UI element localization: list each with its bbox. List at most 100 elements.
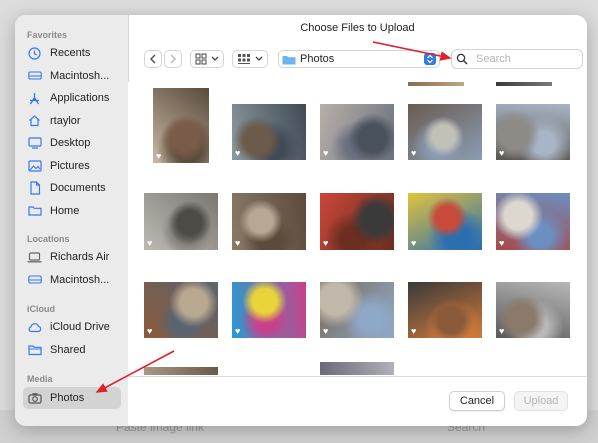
photo-thumbnail[interactable]: ♥ — [408, 282, 482, 338]
cloud-icon — [27, 320, 42, 335]
sidebar-item-label: Documents — [50, 182, 106, 194]
sidebar-item-richards-air[interactable]: Richards Air — [23, 246, 121, 268]
sidebar-item-photos[interactable]: Photos — [23, 387, 121, 409]
desktop-icon — [27, 136, 42, 151]
photo-thumbnail[interactable]: ♥ — [408, 193, 482, 250]
photo-thumbnail[interactable]: ♥ — [153, 88, 209, 163]
photo-thumbnail[interactable]: ♥ — [496, 104, 570, 160]
location-label: Photos — [300, 53, 335, 65]
sidebar-item-macintosh[interactable]: Macintosh... — [23, 269, 121, 291]
file-picker-dialog: Favorites Recents Macintosh... Application… — [15, 15, 587, 426]
photo-thumbnail[interactable]: ♥ — [320, 104, 394, 160]
sidebar-item-applications[interactable]: Applications — [23, 87, 121, 109]
photo-thumbnail[interactable]: ♥ — [320, 282, 394, 338]
sidebar-item-rtaylor[interactable]: rtaylor — [23, 110, 121, 132]
heart-icon: ♥ — [156, 151, 162, 161]
shared-folder-icon — [27, 342, 42, 357]
home-user-icon — [27, 113, 42, 128]
heart-icon: ♥ — [323, 148, 329, 158]
icon-grid-view-icon — [195, 53, 207, 65]
hard-drive-icon — [27, 272, 42, 287]
sidebar-item-icloud-drive[interactable]: iCloud Drive — [23, 316, 121, 338]
sidebar-item-label: Macintosh... — [50, 69, 110, 82]
photo-thumbnail-partial[interactable] — [408, 82, 464, 86]
media-section-title: Media — [27, 374, 53, 384]
group-by-button[interactable] — [232, 50, 268, 68]
search-icon — [456, 53, 468, 65]
photo-thumbnail-partial[interactable] — [496, 82, 552, 86]
chevron-down-icon — [255, 56, 263, 61]
dialog-title: Choose Files to Upload — [300, 22, 415, 34]
sidebar-item-label: Desktop — [50, 137, 91, 149]
group-grid-icon — [238, 54, 250, 64]
sidebar-item-label: Home — [50, 204, 80, 217]
sidebar-item-home[interactable]: Home — [23, 200, 121, 222]
photo-thumbnail[interactable]: ♥ — [144, 282, 218, 338]
heart-icon: ♥ — [411, 148, 417, 158]
sidebar-item-label: Applications — [50, 92, 110, 104]
sidebar-item-label: Macintosh... — [50, 273, 110, 286]
chevron-right-icon — [170, 54, 177, 64]
cancel-button[interactable]: Cancel — [449, 391, 505, 411]
folder-icon — [27, 203, 42, 218]
photo-grid[interactable]: ♥ ♥ ♥ ♥ ♥ ♥ ♥ ♥ ♥ ♥ ♥ ♥ ♥ ♥ ♥ — [128, 82, 587, 375]
heart-icon: ♥ — [499, 326, 505, 336]
dialog-footer: Cancel Upload — [128, 376, 587, 426]
photo-thumbnail[interactable]: ♥ — [408, 104, 482, 160]
sidebar-item-shared[interactable]: Shared — [23, 339, 121, 361]
chevron-down-icon — [211, 56, 219, 61]
upload-button[interactable]: Upload — [514, 391, 568, 411]
sidebar-item-label: iCloud Drive — [50, 321, 110, 333]
sidebar-item-label: Richards Air — [50, 251, 110, 263]
heart-icon: ♥ — [235, 148, 241, 158]
favorites-section-title: Favorites — [27, 30, 68, 40]
sidebar-item-label: rtaylor — [50, 114, 81, 127]
sidebar-item-label: Photos — [50, 392, 85, 404]
sidebar-item-desktop[interactable]: Desktop — [23, 132, 121, 154]
heart-icon: ♥ — [411, 238, 417, 248]
heart-icon: ♥ — [235, 326, 241, 336]
camera-icon — [27, 391, 42, 406]
hard-drive-icon — [27, 68, 42, 83]
photo-thumbnail[interactable]: ♥ — [496, 193, 570, 250]
photo-thumbnail[interactable]: ♥ — [496, 282, 570, 338]
photo-thumbnail-partial[interactable] — [320, 362, 394, 375]
heart-icon: ♥ — [147, 326, 153, 336]
sidebar-item-label: Shared — [50, 343, 86, 356]
icloud-section-title: iCloud — [27, 304, 55, 314]
search-field[interactable] — [451, 49, 583, 69]
photo-thumbnail[interactable]: ♥ — [232, 193, 306, 250]
sidebar-item-documents[interactable]: Documents — [23, 177, 121, 199]
heart-icon: ♥ — [411, 326, 417, 336]
heart-icon: ♥ — [235, 238, 241, 248]
document-icon — [27, 181, 42, 196]
sidebar-item-label: Pictures — [50, 159, 90, 172]
sidebar-item-macintosh[interactable]: Macintosh... — [23, 65, 121, 87]
clock-icon — [27, 46, 42, 61]
chevron-left-icon — [149, 54, 156, 64]
photo-thumbnail[interactable]: ♥ — [232, 282, 306, 338]
applications-icon — [27, 91, 42, 106]
folder-icon — [282, 55, 296, 64]
forward-button[interactable] — [164, 50, 182, 68]
photo-thumbnail[interactable]: ♥ — [320, 193, 394, 250]
heart-icon: ♥ — [499, 148, 505, 158]
heart-icon: ♥ — [323, 238, 329, 248]
updown-chevron-icon — [424, 53, 436, 65]
location-dropdown[interactable]: Photos — [278, 50, 440, 68]
back-button[interactable] — [144, 50, 162, 68]
pictures-icon — [27, 158, 42, 173]
sidebar-item-pictures[interactable]: Pictures — [23, 155, 121, 177]
photo-thumbnail-partial[interactable] — [144, 367, 218, 375]
toolbar: Photos — [128, 41, 587, 81]
laptop-icon — [27, 250, 42, 265]
heart-icon: ♥ — [499, 238, 505, 248]
heart-icon: ♥ — [147, 238, 153, 248]
view-mode-button[interactable] — [190, 50, 224, 68]
locations-section-title: Locations — [27, 234, 70, 244]
photo-thumbnail[interactable]: ♥ — [144, 193, 218, 250]
photo-thumbnail[interactable]: ♥ — [232, 104, 306, 160]
sidebar-item-recents[interactable]: Recents — [23, 42, 121, 64]
search-input[interactable] — [474, 52, 574, 66]
sidebar: Favorites Recents Macintosh... Application… — [15, 15, 129, 426]
